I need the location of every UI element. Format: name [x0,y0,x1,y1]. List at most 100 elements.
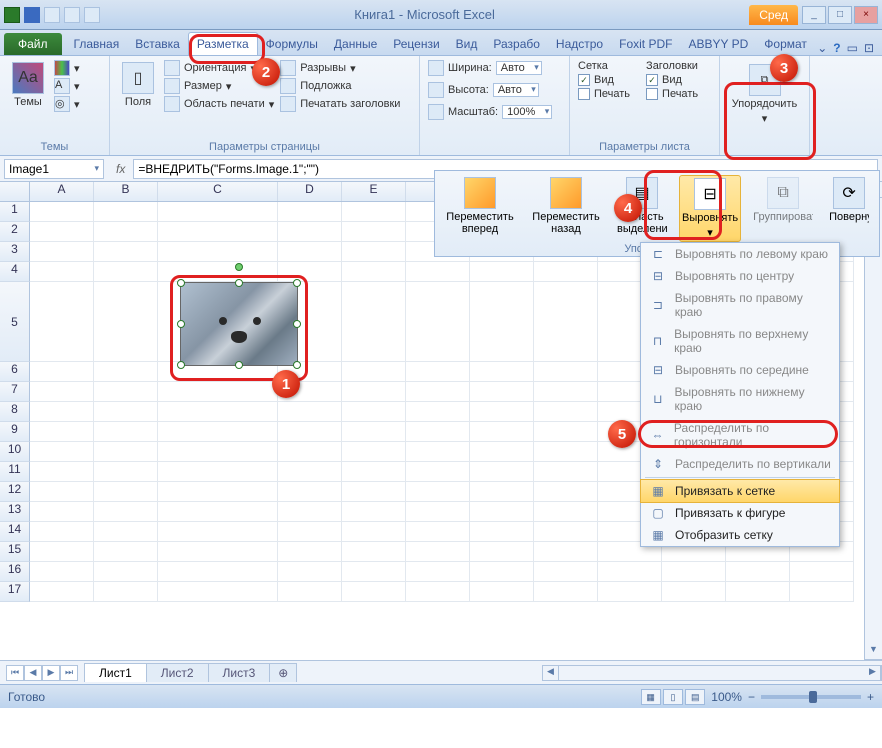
cell[interactable] [94,582,158,602]
row-head[interactable]: 12 [0,482,30,502]
cell[interactable] [94,542,158,562]
cell[interactable] [158,562,278,582]
group-button[interactable]: ⧉ Группировать [749,175,817,242]
resize-handle[interactable] [177,279,185,287]
cell[interactable] [534,522,598,542]
col-head[interactable]: C [158,182,278,201]
cell[interactable] [534,562,598,582]
row-head[interactable]: 14 [0,522,30,542]
cell[interactable] [790,562,854,582]
cell[interactable] [94,282,158,362]
cell[interactable] [470,582,534,602]
tab-review[interactable]: Рецензи [385,33,447,55]
cell[interactable] [278,222,342,242]
cell[interactable] [342,262,406,282]
head-view-check[interactable]: ✓Вид [646,74,698,86]
resize-handle[interactable] [293,361,301,369]
qat-more-icon[interactable] [84,7,100,23]
scroll-right-icon[interactable]: ▶ [865,666,881,680]
menu-align-right[interactable]: ⊐Выровнять по правому краю [641,287,839,323]
cell[interactable] [278,442,342,462]
cell[interactable] [726,582,790,602]
row-head[interactable]: 13 [0,502,30,522]
cell[interactable] [342,402,406,422]
cell[interactable] [30,422,94,442]
cell[interactable] [726,562,790,582]
resize-handle[interactable] [177,361,185,369]
scale-select[interactable]: Масштаб: 100% [428,104,561,120]
cell[interactable] [30,562,94,582]
cell[interactable] [94,382,158,402]
menu-align-middle[interactable]: ⊟Выровнять по середине [641,359,839,381]
grid-view-check[interactable]: ✓Вид [578,74,630,86]
bring-forward-button[interactable]: Переместить вперед [441,175,519,242]
scroll-left-icon[interactable]: ◀ [543,666,559,680]
minimize-button[interactable]: _ [802,6,826,24]
cell[interactable] [534,382,598,402]
cell[interactable] [534,482,598,502]
menu-distribute-h[interactable]: ⇔Распределить по горизонтали [641,417,839,453]
themes-button[interactable]: Aa Темы [8,60,48,110]
cell[interactable] [158,522,278,542]
file-tab[interactable]: Файл [4,33,62,55]
cell[interactable] [30,582,94,602]
tab-home[interactable]: Главная [66,33,128,55]
cell[interactable] [470,402,534,422]
cell[interactable] [278,422,342,442]
new-sheet-button[interactable]: ⊕ [269,663,297,682]
cell[interactable] [94,362,158,382]
cell[interactable] [278,502,342,522]
cell[interactable] [406,462,470,482]
cell[interactable] [94,242,158,262]
height-select[interactable]: Высота: Авто [428,82,561,98]
view-break-icon[interactable]: ▤ [685,689,705,705]
cell[interactable] [470,422,534,442]
tab-addins[interactable]: Надстро [548,33,611,55]
cell[interactable] [470,362,534,382]
cell[interactable] [94,462,158,482]
name-box[interactable]: Image1 [4,159,104,179]
cell[interactable] [158,222,278,242]
cell[interactable] [30,222,94,242]
cell[interactable] [30,502,94,522]
cell[interactable] [342,422,406,442]
doc-close-icon[interactable]: ⊡ [864,41,874,55]
resize-handle[interactable] [177,320,185,328]
undo-icon[interactable] [44,7,60,23]
resize-handle[interactable] [235,279,243,287]
cell[interactable] [30,242,94,262]
cell[interactable] [30,362,94,382]
cell[interactable] [534,542,598,562]
view-normal-icon[interactable]: ▦ [641,689,661,705]
row-head[interactable]: 8 [0,402,30,422]
tab-developer[interactable]: Разрабо [485,33,548,55]
cell[interactable] [158,582,278,602]
cell[interactable] [342,442,406,462]
cell[interactable] [158,422,278,442]
cell[interactable] [30,402,94,422]
select-all-corner[interactable] [0,182,30,201]
cell[interactable] [470,502,534,522]
row-head[interactable]: 5 [0,282,30,362]
cell[interactable] [790,582,854,602]
cell[interactable] [30,282,94,362]
sheet-nav-prev[interactable]: ◀ [24,665,42,681]
row-head[interactable]: 10 [0,442,30,462]
save-icon[interactable] [24,7,40,23]
doc-min-icon[interactable]: ▭ [847,41,858,55]
row-head[interactable]: 16 [0,562,30,582]
cell[interactable] [406,582,470,602]
cell[interactable] [158,262,278,282]
menu-align-bottom[interactable]: ⊔Выровнять по нижнему краю [641,381,839,417]
row-head[interactable]: 6 [0,362,30,382]
cell[interactable] [158,462,278,482]
col-head[interactable]: D [278,182,342,201]
cell[interactable] [30,442,94,462]
row-head[interactable]: 15 [0,542,30,562]
col-head[interactable]: B [94,182,158,201]
tab-data[interactable]: Данные [326,33,385,55]
row-head[interactable]: 2 [0,222,30,242]
tab-format[interactable]: Формат [756,33,815,55]
zoom-out-button[interactable]: − [748,690,755,704]
cell[interactable] [406,422,470,442]
